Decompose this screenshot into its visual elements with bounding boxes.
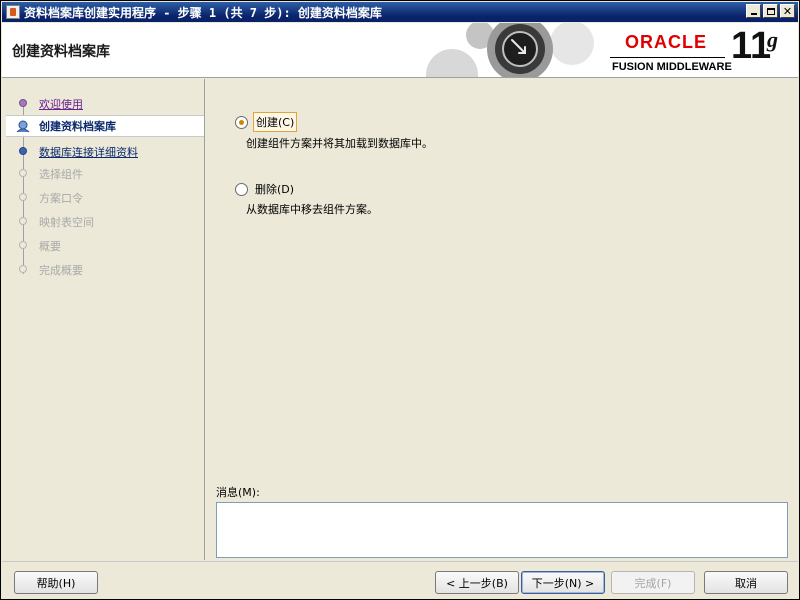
nav-step-label: 创建资料档案库 bbox=[39, 120, 116, 133]
nav-step-db-connection[interactable]: 数据库连接详细资料 bbox=[6, 141, 204, 163]
maximize-icon bbox=[766, 7, 775, 15]
create-radio[interactable] bbox=[235, 115, 248, 129]
create-description: 创建组件方案并将其加载到数据库中。 bbox=[246, 137, 433, 150]
button-bar: 帮助(H) < 上一步(B) 下一步(N) > 完成(F) 取消 bbox=[2, 561, 798, 599]
back-button[interactable]: < 上一步(B) bbox=[435, 571, 519, 594]
nav-step-schema-passwords: 方案口令 bbox=[6, 187, 204, 209]
step-disabled-icon bbox=[19, 265, 27, 273]
java-app-icon bbox=[6, 5, 20, 19]
nav-step-select-components: 选择组件 bbox=[6, 163, 204, 185]
nav-step-label: 映射表空间 bbox=[39, 216, 94, 229]
create-option[interactable]: 创建(C) bbox=[235, 112, 298, 132]
help-button[interactable]: 帮助(H) bbox=[14, 571, 98, 594]
next-button[interactable]: 下一步(N) > bbox=[521, 571, 605, 594]
messages-textarea[interactable] bbox=[216, 502, 788, 558]
drop-radio[interactable] bbox=[235, 182, 248, 196]
create-radio-label[interactable]: 创建(C) bbox=[253, 112, 298, 132]
step-visited-icon bbox=[19, 99, 27, 107]
messages-label: 消息(M): bbox=[216, 486, 260, 499]
page-title: 创建资料档案库 bbox=[12, 44, 110, 60]
window-title: 资料档案库创建实用程序 - 步骤 1 (共 7 步): 创建资料档案库 bbox=[24, 5, 382, 20]
nav-step-map-tablespaces: 映射表空间 bbox=[6, 211, 204, 233]
step-disabled-icon bbox=[19, 193, 27, 201]
minimize-button[interactable] bbox=[746, 4, 761, 18]
step-disabled-icon bbox=[19, 241, 27, 249]
step-disabled-icon bbox=[19, 217, 27, 225]
title-bar[interactable]: 资料档案库创建实用程序 - 步骤 1 (共 7 步): 创建资料档案库 ✕ bbox=[2, 2, 798, 22]
main-content: 创建(C) 创建组件方案并将其加载到数据库中。 删除(D) 从数据库中移去组件方… bbox=[206, 79, 796, 560]
nav-step-completion-summary: 完成概要 bbox=[6, 259, 204, 281]
installer-window: 资料档案库创建实用程序 - 步骤 1 (共 7 步): 创建资料档案库 ✕ 创建… bbox=[0, 0, 800, 600]
nav-step-label: 概要 bbox=[39, 240, 61, 253]
nav-step-label: 数据库连接详细资料 bbox=[39, 146, 138, 159]
maximize-button[interactable] bbox=[763, 4, 778, 18]
version-number: 11 bbox=[731, 25, 772, 67]
cancel-button[interactable]: 取消 bbox=[704, 571, 788, 594]
step-current-icon bbox=[16, 120, 30, 133]
close-button[interactable]: ✕ bbox=[780, 4, 795, 18]
step-navigation: 欢迎使用 创建资料档案库 数据库连接详细资料 选择组件 方案口令 映射表空间 概… bbox=[6, 79, 205, 560]
fusion-middleware-wordmark: FUSION MIDDLEWARE bbox=[612, 61, 732, 73]
finish-button: 完成(F) bbox=[611, 571, 695, 594]
nav-step-label: 完成概要 bbox=[39, 264, 83, 277]
drop-radio-label[interactable]: 删除(D) bbox=[253, 180, 296, 198]
gears-graphic bbox=[426, 23, 594, 77]
logo-divider bbox=[610, 57, 725, 58]
nav-step-create-repository[interactable]: 创建资料档案库 bbox=[6, 115, 204, 137]
header-banner: 创建资料档案库 ORACLE FUSION MIDDLEWARE 11 g bbox=[2, 23, 798, 78]
drop-option[interactable]: 删除(D) bbox=[235, 180, 296, 198]
nav-step-welcome[interactable]: 欢迎使用 bbox=[6, 93, 204, 115]
step-disabled-icon bbox=[19, 169, 27, 177]
version-suffix: g bbox=[767, 27, 778, 52]
drop-description: 从数据库中移去组件方案。 bbox=[246, 203, 378, 216]
nav-step-summary: 概要 bbox=[6, 235, 204, 257]
minimize-icon bbox=[750, 13, 757, 15]
nav-step-label: 方案口令 bbox=[39, 192, 83, 205]
oracle-wordmark: ORACLE bbox=[625, 32, 707, 52]
window-controls: ✕ bbox=[746, 4, 795, 18]
nav-step-label: 欢迎使用 bbox=[39, 98, 83, 111]
nav-step-label: 选择组件 bbox=[39, 168, 83, 181]
close-icon: ✕ bbox=[782, 4, 793, 18]
step-next-icon bbox=[19, 147, 27, 155]
